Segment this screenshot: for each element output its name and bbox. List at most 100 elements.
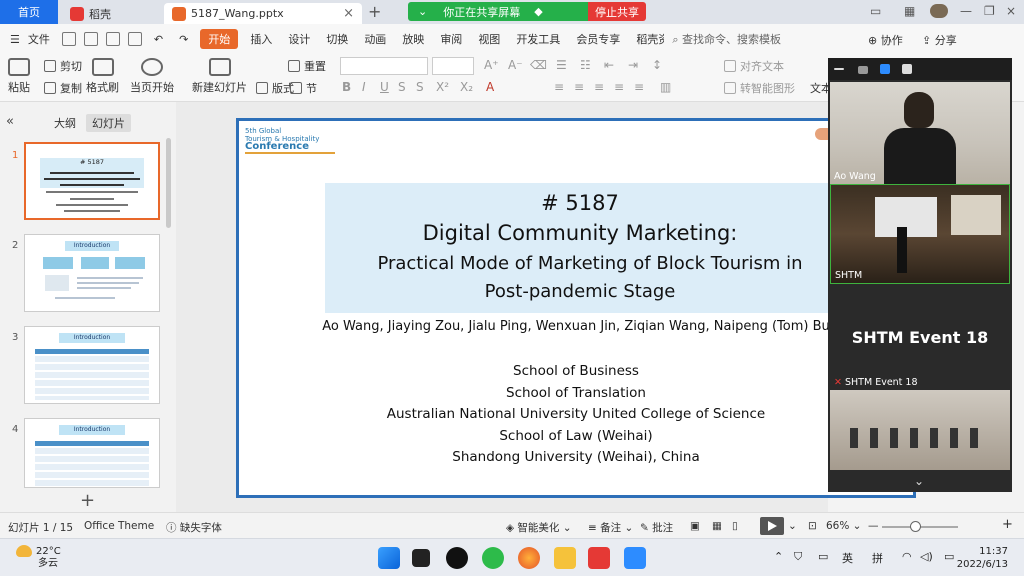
menu-review[interactable]: 审阅 <box>432 31 470 47</box>
text-align-button[interactable]: 对齐文本 <box>724 58 784 74</box>
italic-icon[interactable]: I <box>362 80 366 94</box>
panel-scrollbar[interactable] <box>166 138 171 228</box>
menu-design[interactable]: 设计 <box>280 31 318 47</box>
reading-view-icon[interactable]: ▯ <box>732 520 738 532</box>
sorter-view-icon[interactable]: ▦ <box>712 520 722 532</box>
strikethrough-icon[interactable]: S <box>416 80 424 94</box>
share-button[interactable]: ⇪ 分享 <box>922 32 957 48</box>
video-tile-ao-wang[interactable]: Ao Wang <box>830 82 1010 184</box>
superscript-icon[interactable]: X² <box>436 80 449 94</box>
grid-view-icon[interactable] <box>902 64 912 74</box>
layout-icon[interactable]: ▭ <box>870 4 881 18</box>
minimize-icon[interactable]: — <box>960 4 972 18</box>
collapse-panel-icon[interactable]: « <box>6 114 14 129</box>
windows-start-icon[interactable] <box>378 547 400 569</box>
bullet-list-icon[interactable]: ☰ <box>556 58 567 72</box>
slide-thumbnail-4[interactable]: Introduction <box>24 418 160 488</box>
menu-insert[interactable]: 插入 <box>242 31 280 47</box>
export-icon[interactable] <box>83 32 98 46</box>
wechat-icon[interactable] <box>482 547 504 569</box>
outdent-icon[interactable]: ⇥ <box>628 58 638 72</box>
align-right-icon[interactable]: ≡ <box>594 80 604 94</box>
hamburger-icon[interactable]: ☰ <box>0 33 28 46</box>
collab-button[interactable]: ⊕ 协作 <box>868 32 903 48</box>
save-icon[interactable] <box>61 32 76 46</box>
speaker-view-icon[interactable] <box>858 66 868 74</box>
smart-shape-button[interactable]: 转智能图形 <box>724 80 795 96</box>
preview-icon[interactable] <box>127 32 142 46</box>
menu-view[interactable]: 视图 <box>470 31 508 47</box>
slide-thumbnail-2[interactable]: Introduction <box>24 234 160 312</box>
undo-icon[interactable]: ↶ <box>146 33 171 46</box>
gallery-view-icon[interactable] <box>880 64 890 74</box>
share-chevron-icon[interactable]: ⌄ <box>418 5 427 18</box>
bold-icon[interactable]: B <box>342 80 351 94</box>
minimize-icon[interactable] <box>834 68 844 70</box>
tab-wps[interactable]: 稻壳 <box>62 3 158 24</box>
format-painter-button[interactable]: 格式刷 <box>86 58 119 95</box>
task-view-icon[interactable] <box>412 549 430 567</box>
indent-icon[interactable]: ⇤ <box>604 58 614 72</box>
tab-close-icon[interactable]: × <box>343 6 354 21</box>
subscript-icon[interactable]: X₂ <box>460 80 473 94</box>
zoom-level[interactable]: 66% ⌄ <box>826 520 861 532</box>
grow-font-icon[interactable]: A⁺ <box>484 58 499 72</box>
zoom-in-icon[interactable]: + <box>1002 517 1013 532</box>
notes-button[interactable]: ≡ 备注 ⌄ <box>588 520 633 535</box>
stop-share-button[interactable]: 停止共享 <box>588 2 646 21</box>
align-center-icon[interactable]: ≡ <box>574 80 584 94</box>
menu-transition[interactable]: 切换 <box>318 31 356 47</box>
tab-home[interactable]: 首页 <box>0 0 58 24</box>
line-spacing-icon[interactable]: ↕ <box>652 58 662 72</box>
battery-icon[interactable]: ▭ <box>944 550 954 563</box>
weather-widget[interactable]: 22°C 多云 <box>16 545 61 570</box>
tab-file[interactable]: 5187_Wang.pptx × <box>164 3 362 24</box>
redo-icon[interactable]: ↷ <box>171 33 196 46</box>
print-icon[interactable] <box>105 32 120 46</box>
section-button[interactable]: 节 <box>290 80 317 96</box>
smart-beautify-button[interactable]: ◈ 智能美化 ⌄ <box>506 520 572 535</box>
font-size-select[interactable] <box>432 57 474 75</box>
file-explorer-icon[interactable] <box>554 547 576 569</box>
font-family-select[interactable] <box>340 57 428 75</box>
menu-docer[interactable]: 稻壳资源 <box>628 31 664 47</box>
shadow-icon[interactable]: S <box>398 80 406 94</box>
paste-button[interactable]: 粘贴 <box>8 58 30 95</box>
new-slide-button[interactable]: 新建幻灯片 <box>192 58 247 95</box>
zoom-slider-knob[interactable] <box>910 521 921 532</box>
system-clock[interactable]: 11:37 2022/6/13 <box>957 545 1008 571</box>
underline-icon[interactable]: U <box>380 80 389 94</box>
play-options-icon[interactable]: ⌄ <box>788 520 797 532</box>
qq-icon[interactable] <box>446 547 468 569</box>
add-slide-icon[interactable]: + <box>80 490 95 511</box>
display-icon[interactable]: ▭ <box>818 550 828 563</box>
video-tile-shtm[interactable]: SHTM <box>830 184 1010 284</box>
columns-icon[interactable]: ▥ <box>660 80 671 94</box>
menu-file[interactable]: 文件 <box>28 31 58 47</box>
chevron-down-icon[interactable]: ⌄ <box>914 474 924 488</box>
missing-font-button[interactable]: ⓘ 缺失字体 <box>166 520 222 535</box>
comments-button[interactable]: ✎ 批注 <box>640 520 673 535</box>
avatar[interactable] <box>930 4 948 18</box>
security-shield-icon[interactable]: ⛉ <box>794 550 802 564</box>
restore-icon[interactable]: ❐ <box>984 4 995 18</box>
distributed-icon[interactable]: ≡ <box>634 80 644 94</box>
tab-slides[interactable]: 幻灯片 <box>86 114 131 132</box>
ime-lang[interactable]: 英 <box>842 550 853 566</box>
shrink-font-icon[interactable]: A⁻ <box>508 58 523 72</box>
numbered-list-icon[interactable]: ☷ <box>580 58 591 72</box>
close-window-icon[interactable]: × <box>1006 4 1016 18</box>
font-color-icon[interactable]: A <box>486 80 494 94</box>
fit-window-icon[interactable]: ⊡ <box>808 520 817 532</box>
align-left-icon[interactable]: ≡ <box>554 80 564 94</box>
cut-button[interactable]: 剪切 <box>44 58 82 74</box>
menu-member[interactable]: 会员专享 <box>568 31 628 47</box>
slide-thumbnail-1[interactable]: # 5187 <box>24 142 160 220</box>
slide-thumbnail-3[interactable]: Introduction <box>24 326 160 404</box>
menu-dev-tools[interactable]: 开发工具 <box>508 31 568 47</box>
reset-button[interactable]: 重置 <box>288 58 326 74</box>
from-current-button[interactable]: 当页开始 <box>130 58 174 95</box>
firefox-icon[interactable] <box>518 547 540 569</box>
zoom-out-icon[interactable]: — <box>868 520 879 532</box>
layout-button[interactable]: 版式 <box>256 80 294 96</box>
